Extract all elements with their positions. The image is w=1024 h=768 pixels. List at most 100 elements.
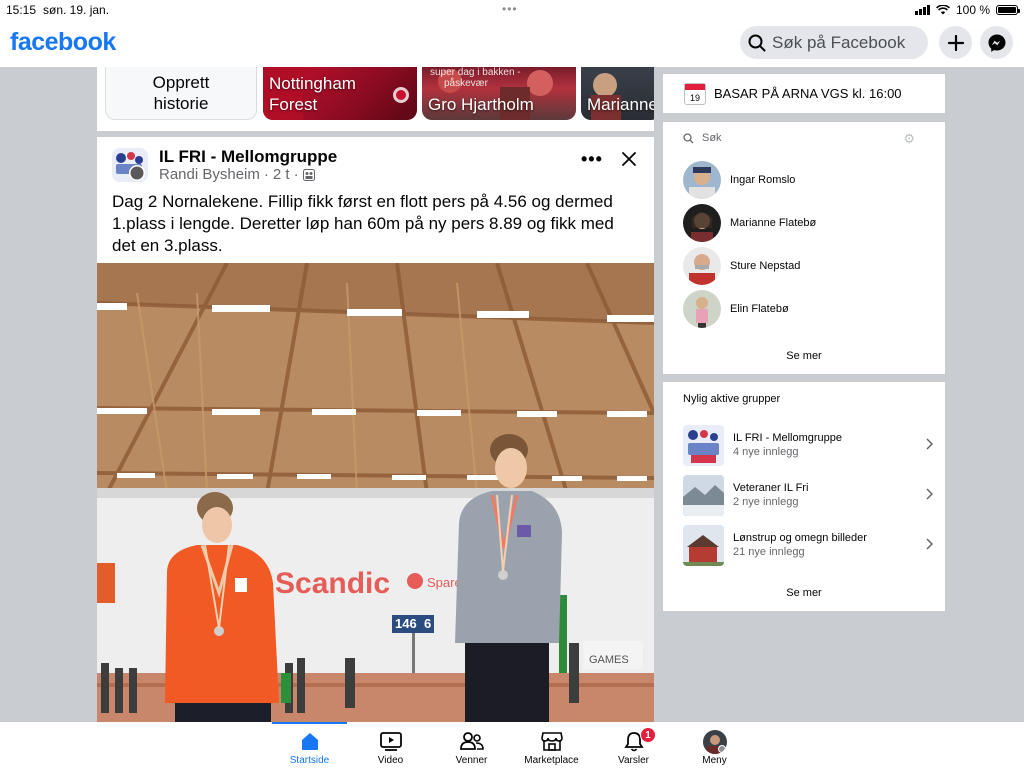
- group-new-posts: 4 nye innlegg: [733, 446, 799, 458]
- groups-title: Nylig aktive grupper: [683, 393, 781, 405]
- event-time: kl. 16:00: [852, 86, 902, 101]
- status-right: 100 %: [914, 3, 1020, 17]
- facebook-logo[interactable]: facebook: [10, 28, 116, 57]
- messenger-icon: [988, 34, 1005, 52]
- group-name: Veteraner IL Fri: [733, 482, 809, 494]
- contacts-search[interactable]: Søk: [683, 132, 722, 144]
- more-options-icon[interactable]: •••: [581, 149, 603, 170]
- create-story-label-1: Opprett: [152, 73, 210, 92]
- status-bar: 15:15 søn. 19. jan. ••• 100 %: [0, 0, 1024, 20]
- chevron-right-icon: [926, 488, 933, 500]
- feed-post: IL FRI - Mellomgruppe Randi Bysheim · 2 …: [97, 137, 654, 722]
- contact-item[interactable]: Marianne Flatebø: [683, 203, 933, 243]
- group-thumbnail: [683, 474, 724, 516]
- see-more-groups-button[interactable]: Se mer: [663, 587, 945, 599]
- marketplace-icon: [540, 732, 563, 751]
- messenger-button[interactable]: [980, 26, 1013, 59]
- story-caption: super dag i bakken - påskevær: [430, 67, 521, 89]
- contact-name: Ingar Romslo: [730, 174, 796, 186]
- group-new-posts: 2 nye innlegg: [733, 496, 799, 508]
- battery-percent: 100 %: [955, 3, 990, 17]
- story-card[interactable]: super dag i bakken - påskevær Gro Hjarth…: [422, 67, 576, 120]
- post-author[interactable]: Randi Bysheim: [159, 166, 260, 183]
- search-input[interactable]: [772, 32, 922, 53]
- active-groups-card: Nylig aktive grupper IL FRI - Mellomgrup…: [663, 382, 945, 611]
- contact-item[interactable]: Elin Flatebø: [683, 289, 933, 329]
- cellular-signal-icon: [914, 5, 930, 15]
- home-icon: [301, 733, 318, 750]
- multitasking-dots-icon[interactable]: •••: [502, 2, 518, 16]
- group-item[interactable]: Lønstrup og omegn billeder 21 nye innleg…: [683, 524, 933, 566]
- post-time[interactable]: 2 t: [273, 166, 290, 183]
- scandic-banner: Scandic: [275, 567, 390, 600]
- group-thumbnail: [683, 524, 724, 566]
- nav-menu[interactable]: Meny: [677, 722, 752, 768]
- meta-separator: ·: [263, 166, 269, 183]
- avatar: [683, 161, 721, 199]
- nav-home[interactable]: Startside: [272, 722, 347, 768]
- story-label: Nottingham Forest: [269, 74, 356, 114]
- notification-badge: 1: [640, 727, 656, 743]
- games-sign: GAMES: [589, 654, 629, 666]
- nav-marketplace[interactable]: Marketplace: [514, 722, 589, 768]
- create-button[interactable]: [939, 26, 972, 59]
- search-bar[interactable]: [740, 26, 928, 59]
- close-icon[interactable]: [621, 151, 637, 167]
- contact-item[interactable]: Sture Nepstad: [683, 246, 933, 286]
- status-date: søn. 19. jan.: [43, 3, 110, 17]
- stories-strip: Opprett historie Nottingham Forest super…: [97, 67, 654, 131]
- group-avatar[interactable]: [112, 148, 148, 182]
- group-audience-icon: [302, 168, 315, 181]
- contact-name: Marianne Flatebø: [730, 217, 817, 229]
- contact-name: Elin Flatebø: [730, 303, 789, 315]
- news-feed: Opprett historie Nottingham Forest super…: [97, 67, 654, 722]
- calendar-icon: 19: [684, 82, 706, 105]
- post-group-name[interactable]: IL FRI - Mellomgruppe: [159, 147, 337, 167]
- nav-friends[interactable]: Venner: [434, 722, 509, 768]
- event-title: BASAR PÅ ARNA VGS: [714, 86, 849, 101]
- group-item[interactable]: IL FRI - Mellomgruppe 4 nye innlegg: [683, 424, 933, 466]
- group-new-posts: 21 nye innlegg: [733, 546, 805, 558]
- group-item[interactable]: Veteraner IL Fri 2 nye innlegg: [683, 474, 933, 516]
- sponsor-banner: Spare: [427, 575, 462, 590]
- nav-label: Video: [377, 755, 404, 766]
- friends-icon: [459, 732, 484, 750]
- see-more-contacts-button[interactable]: Se mer: [663, 350, 945, 362]
- wifi-icon: [936, 5, 950, 15]
- create-story-label-2: historie: [153, 94, 209, 113]
- create-story-card[interactable]: Opprett historie: [105, 67, 257, 120]
- group-name: Lønstrup og omegn billeder: [733, 532, 867, 544]
- contacts-card: Søk ⚙ Ingar Romslo Marianne Flatebø Stur…: [663, 122, 945, 374]
- nav-label: Marketplace: [524, 755, 579, 766]
- contacts-search-placeholder: Søk: [702, 132, 722, 144]
- status-time: 15:15: [6, 3, 37, 17]
- post-photo-image: Scandic Spare 146 6 GAMES: [97, 263, 654, 722]
- post-photo[interactable]: Scandic Spare 146 6 GAMES: [97, 263, 654, 722]
- gear-icon[interactable]: ⚙: [903, 131, 915, 147]
- scoreboard-right: 6: [424, 616, 431, 631]
- nav-label: Venner: [455, 755, 488, 766]
- group-thumbnail: [683, 424, 724, 466]
- story-label: Gro Hjartholm: [428, 95, 534, 114]
- story-card[interactable]: Nottingham Forest: [263, 67, 417, 120]
- plus-icon: [947, 34, 964, 51]
- top-header: facebook: [0, 20, 1024, 67]
- profile-avatar: [702, 730, 727, 754]
- story-label: Marianne: [587, 95, 654, 114]
- post-meta: Randi Bysheim · 2 t ·: [159, 166, 315, 183]
- contact-item[interactable]: Ingar Romslo: [683, 160, 933, 200]
- avatar: [683, 204, 721, 242]
- bottom-navigation: Startside Video Venner Marketplace 1 Var…: [0, 722, 1024, 768]
- chevron-right-icon: [926, 438, 933, 450]
- story-card[interactable]: Marianne: [581, 67, 654, 120]
- meta-separator: ·: [293, 166, 299, 183]
- nav-video[interactable]: Video: [353, 722, 428, 768]
- nav-label: Meny: [702, 755, 727, 766]
- video-icon: [379, 732, 402, 751]
- group-name: IL FRI - Mellomgruppe: [733, 432, 843, 444]
- post-text: Dag 2 Nornalekene. Fillip fikk først en …: [112, 192, 614, 255]
- nav-notifications[interactable]: 1 Varsler: [596, 722, 671, 768]
- event-card[interactable]: 19 BASAR PÅ ARNA VGS kl. 16:00: [663, 74, 945, 113]
- chevron-right-icon: [926, 538, 933, 550]
- scoreboard-number: 146: [395, 616, 417, 631]
